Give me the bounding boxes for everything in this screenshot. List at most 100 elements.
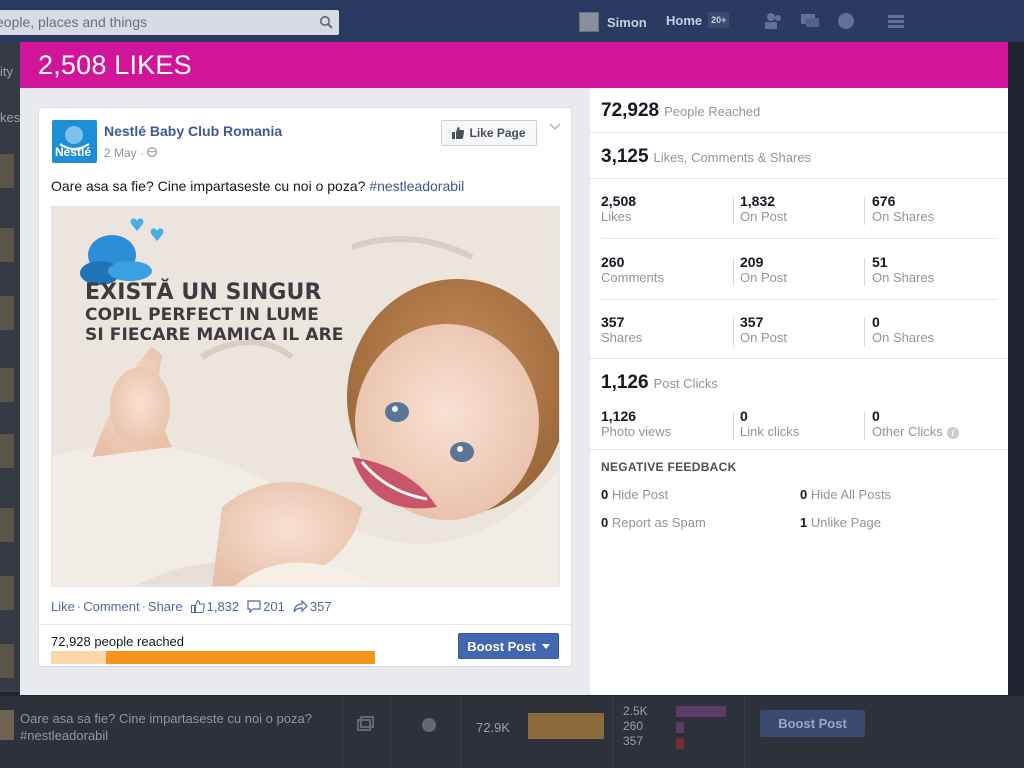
engagement-row: 3,125 Likes, Comments & Shares xyxy=(590,133,1008,179)
mini-stat: 2.5K xyxy=(623,704,648,718)
stat-other-clicks: 0 Other Clicks i xyxy=(872,408,997,440)
column-divider xyxy=(342,696,343,768)
stat-label: On Post xyxy=(740,330,787,345)
boost-post-button[interactable]: Boost Post xyxy=(458,633,559,659)
stat-value: 676 xyxy=(872,193,896,209)
separator-dot: · xyxy=(140,146,148,160)
stat-shares: 357 Shares xyxy=(601,314,726,346)
friend-requests-icon[interactable] xyxy=(764,12,784,30)
neg-unlike-page: 1 Unlike Page xyxy=(800,515,881,530)
stat-label: Shares xyxy=(601,330,643,345)
neg-label: Hide Post xyxy=(611,487,669,502)
notifications-globe-icon[interactable] xyxy=(836,12,856,30)
stat-value: 0 xyxy=(872,408,880,424)
neg-value: 0 xyxy=(800,487,808,502)
left-snippet: kes xyxy=(0,110,21,125)
people-reached-row: 72,928 People Reached xyxy=(590,88,1008,133)
image-caption-line: SI FIECARE MAMICA IL ARE xyxy=(85,325,344,345)
people-reached-value: 72,928 xyxy=(601,100,660,121)
home-label: Home xyxy=(666,12,703,28)
divider xyxy=(601,238,997,239)
background-left-sidebar: ity kes xyxy=(0,42,20,692)
messages-icon[interactable] xyxy=(800,12,820,30)
mini-stat: 260 xyxy=(623,719,644,733)
settings-menu-icon[interactable] xyxy=(886,12,906,30)
post-clicks-section: 1,126 Post Clicks 1,126 Photo views 0 Link … xyxy=(590,359,1008,450)
stat-label: Likes xyxy=(601,209,632,224)
home-count-badge: 20+ xyxy=(708,12,730,28)
search-placeholder: eople, places and things xyxy=(0,14,147,30)
engagement-label: Likes, Comments & Shares xyxy=(653,150,812,165)
post-thumbnail xyxy=(0,154,14,188)
column-divider xyxy=(744,696,745,768)
people-reached-metric: 72,928 People Reached xyxy=(601,100,760,122)
post-card: Nestlé Nestlé Baby Club Romania 2 May · … xyxy=(38,107,572,667)
post-date-text: 2 May xyxy=(104,146,137,160)
like-count-value: 1,832 xyxy=(206,599,240,614)
stat-value: 0 xyxy=(740,408,748,424)
profile-link[interactable]: Simon xyxy=(579,11,647,33)
divider xyxy=(864,258,865,286)
hashtag-link[interactable]: #nestleadorabil xyxy=(369,178,464,194)
background-post-row: Oare asa sa fie? Cine impartaseste cu no… xyxy=(0,696,1024,768)
stat-label: On Shares xyxy=(872,270,935,285)
mini-bar xyxy=(676,706,726,717)
bottom-mini-stats: 2.5K 260 357 xyxy=(623,704,648,749)
post-thumbnail xyxy=(0,710,14,740)
like-link[interactable]: Like xyxy=(51,599,75,614)
comment-link[interactable]: Comment xyxy=(83,599,139,614)
negative-feedback-title: NEGATIVE FEEDBACK xyxy=(601,460,737,474)
divider xyxy=(733,318,734,346)
stat-value: 357 xyxy=(740,314,764,330)
engagement-breakdown: 2,508 Likes 1,832 On Post 676 On Shares 260… xyxy=(590,179,1008,359)
stat-value: 357 xyxy=(601,314,625,330)
home-link[interactable]: Home 20+ xyxy=(666,12,730,28)
post-insights-modal: 2,508 LIKES Nestlé Nestlé Baby Club Roma… xyxy=(20,42,1008,695)
neg-label: Unlike Page xyxy=(810,515,881,530)
neg-label: Hide All Posts xyxy=(810,487,892,502)
search-icon[interactable] xyxy=(319,15,333,29)
stat-shares-on-post: 357 On Post xyxy=(740,314,865,346)
neg-report-spam: 0 Report as Spam xyxy=(601,515,706,530)
stat-comments-on-shares: 51 On Shares xyxy=(872,254,997,286)
page-name-link[interactable]: Nestlé Baby Club Romania xyxy=(104,123,282,139)
comment-count-value: 201 xyxy=(263,599,285,614)
like-page-button[interactable]: Like Page xyxy=(441,120,537,146)
stat-label: Photo views xyxy=(601,424,672,439)
mini-bar xyxy=(676,722,684,733)
search-input[interactable]: eople, places and things xyxy=(0,10,339,35)
post-photo[interactable]: EXISTĂ UN SINGUR COPIL PERFECT IN LUME S… xyxy=(51,206,560,587)
comment-count[interactable]: 201 xyxy=(247,599,285,614)
share-count[interactable]: 357 xyxy=(293,599,332,614)
page-logo[interactable]: Nestlé xyxy=(52,120,97,163)
caret-down-icon xyxy=(541,643,550,649)
bottom-post-text[interactable]: Oare asa sa fie? Cine impartaseste cu no… xyxy=(20,710,330,744)
logo-text: Nestlé xyxy=(55,145,92,159)
info-icon[interactable]: i xyxy=(946,426,959,439)
image-caption-line: COPIL PERFECT IN LUME xyxy=(85,305,319,325)
bottom-reach-bar xyxy=(528,713,604,739)
post-thumbnail xyxy=(0,296,14,330)
public-globe-icon xyxy=(422,718,436,732)
share-arrow-icon xyxy=(293,600,308,613)
neg-value: 1 xyxy=(800,515,808,530)
background-boost-button[interactable]: Boost Post xyxy=(760,710,865,737)
bottom-reach: 72.9K xyxy=(476,720,510,735)
divider xyxy=(601,299,997,300)
organic-reach-fill xyxy=(51,651,107,664)
stat-value: 1,832 xyxy=(740,193,776,209)
thumbs-up-icon xyxy=(190,600,205,613)
stat-comments-on-post: 209 On Post xyxy=(740,254,865,286)
left-snippet: ity xyxy=(0,64,13,79)
post-clicks-label: Post Clicks xyxy=(653,376,718,391)
divider xyxy=(864,197,865,225)
other-clicks-label: Other Clicks xyxy=(872,424,943,439)
share-link[interactable]: Share xyxy=(148,599,183,614)
post-date[interactable]: 2 May · xyxy=(104,146,158,160)
mini-bar xyxy=(676,738,684,749)
chevron-down-icon[interactable] xyxy=(549,122,561,132)
like-count[interactable]: 1,832 xyxy=(190,599,240,614)
column-divider xyxy=(460,696,461,768)
post-thumbnail xyxy=(0,368,14,402)
image-caption: EXISTĂ UN SINGUR COPIL PERFECT IN LUME S… xyxy=(85,281,344,346)
